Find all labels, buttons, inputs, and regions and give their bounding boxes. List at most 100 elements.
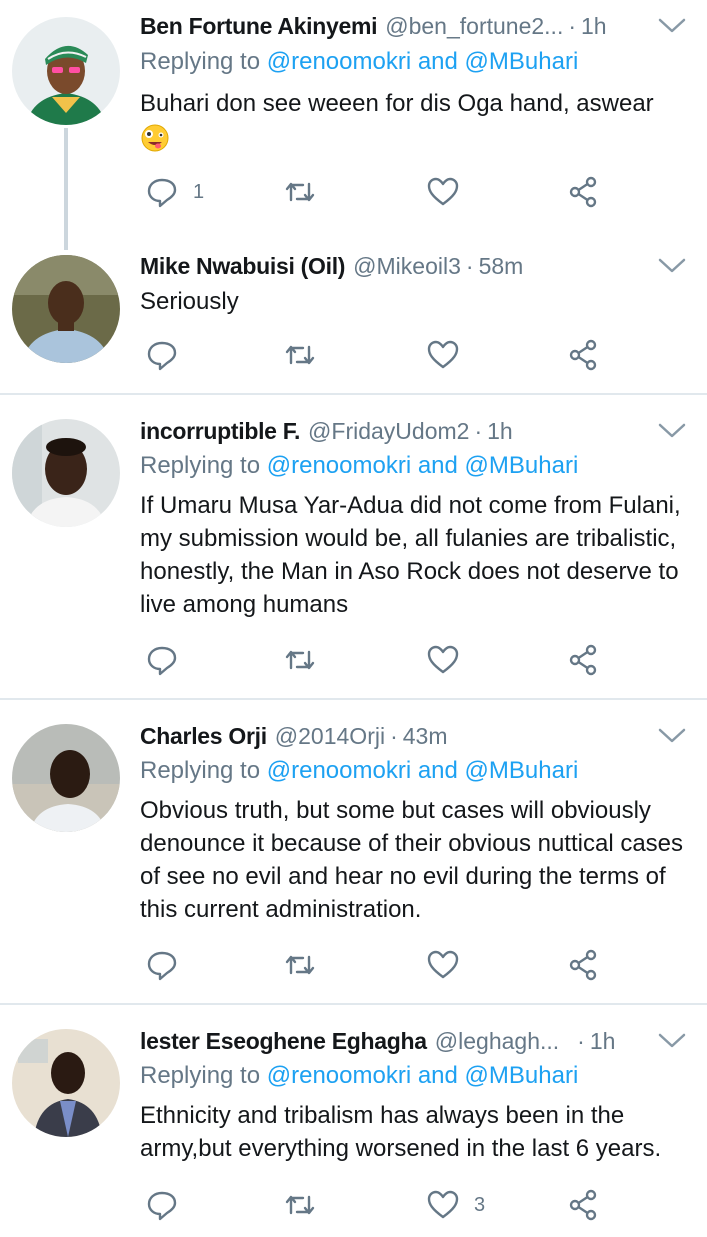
reply-icon bbox=[145, 1188, 179, 1222]
reply-icon bbox=[145, 643, 179, 677]
mention-links[interactable]: @renoomokri and @MBuhari bbox=[267, 452, 579, 479]
tweet[interactable]: Charles Orji @2014Orji · 43m Replying to… bbox=[0, 710, 707, 1000]
share-button[interactable] bbox=[566, 335, 600, 375]
mention-links[interactable]: @renoomokri and @MBuhari bbox=[267, 757, 579, 784]
separator-dot: · bbox=[577, 1027, 585, 1054]
heart-icon bbox=[426, 338, 460, 372]
reply-button[interactable] bbox=[145, 945, 193, 985]
chevron-down-icon[interactable] bbox=[657, 254, 687, 278]
divider bbox=[0, 698, 707, 700]
heart-icon bbox=[426, 643, 460, 677]
replying-to: Replying to @renoomokri and @MBuhari bbox=[140, 757, 579, 784]
tweet-text: Buhari don see weeen for dis Oga hand, a… bbox=[140, 87, 685, 153]
like-button[interactable] bbox=[426, 335, 474, 375]
avatar[interactable] bbox=[12, 1029, 120, 1137]
user-handle[interactable]: @FridayUdom2 bbox=[308, 418, 469, 445]
avatar[interactable] bbox=[12, 255, 120, 363]
user-handle[interactable]: @2014Orji bbox=[275, 723, 385, 750]
tweet-header: Charles Orji @2014Orji · 43m bbox=[140, 718, 687, 754]
separator-dot: · bbox=[474, 417, 483, 444]
reply-button[interactable] bbox=[145, 640, 193, 680]
share-icon bbox=[566, 643, 600, 677]
reply-count: 1 bbox=[193, 180, 205, 203]
tweet-text: Obvious truth, but some but cases will o… bbox=[140, 797, 684, 923]
retweet-icon bbox=[283, 338, 317, 372]
like-button[interactable] bbox=[426, 945, 474, 985]
reply-button[interactable] bbox=[145, 1185, 193, 1225]
share-icon bbox=[566, 338, 600, 372]
tweet-header: Ben Fortune Akinyemi @ben_fortune2... · … bbox=[140, 8, 687, 44]
chevron-down-icon[interactable] bbox=[657, 724, 687, 748]
retweet-icon bbox=[283, 175, 317, 209]
retweet-icon bbox=[283, 1188, 317, 1222]
reply-icon bbox=[145, 175, 179, 209]
tweet[interactable]: Mike Nwabuisi (Oil) @Mikeoil3 · 58m Seri… bbox=[0, 240, 707, 392]
tweet-text: Ethnicity and tribalism has always been … bbox=[140, 1102, 662, 1162]
retweet-button[interactable] bbox=[283, 1185, 317, 1225]
tweet-header: Mike Nwabuisi (Oil) @Mikeoil3 · 58m bbox=[140, 248, 687, 284]
tweet[interactable]: incorruptible F. @FridayUdom2 · 1h Reply… bbox=[0, 405, 707, 695]
separator-dot: · bbox=[465, 252, 474, 279]
timestamp[interactable]: 1h bbox=[590, 1028, 616, 1055]
replying-to: Replying to @renoomokri and @MBuhari bbox=[140, 1062, 579, 1089]
heart-icon bbox=[426, 175, 460, 209]
display-name[interactable]: Ben Fortune Akinyemi bbox=[140, 13, 378, 40]
action-bar bbox=[140, 945, 610, 985]
avatar[interactable] bbox=[12, 17, 120, 125]
reply-button[interactable]: 1 bbox=[145, 172, 204, 212]
retweet-button[interactable] bbox=[283, 640, 317, 680]
divider bbox=[0, 1003, 707, 1005]
mention-links[interactable]: @renoomokri and @MBuhari bbox=[267, 1062, 579, 1089]
share-button[interactable] bbox=[566, 640, 600, 680]
timestamp[interactable]: 43m bbox=[403, 723, 448, 750]
timestamp[interactable]: 1h bbox=[487, 418, 513, 445]
tweet[interactable]: Ben Fortune Akinyemi @ben_fortune2... · … bbox=[0, 0, 707, 240]
display-name[interactable]: lester Eseoghene Eghagha bbox=[140, 1028, 427, 1055]
reply-icon bbox=[145, 948, 179, 982]
share-button[interactable] bbox=[566, 1185, 600, 1225]
like-button[interactable] bbox=[426, 640, 474, 680]
separator-dot: · bbox=[390, 722, 398, 749]
share-icon bbox=[566, 175, 600, 209]
retweet-button[interactable] bbox=[283, 172, 317, 212]
crazy-face-emoji bbox=[140, 123, 170, 153]
retweet-icon bbox=[283, 948, 317, 982]
display-name[interactable]: Charles Orji bbox=[140, 723, 267, 750]
tweet[interactable]: lester Eseoghene Eghagha @leghagh... · 1… bbox=[0, 1015, 707, 1237]
retweet-button[interactable] bbox=[283, 945, 317, 985]
tweet-text: If Umaru Musa Yar-Adua did not come from… bbox=[140, 492, 681, 618]
retweet-button[interactable] bbox=[283, 335, 317, 375]
tweet-text: Seriously bbox=[140, 288, 239, 315]
replying-to: Replying to @renoomokri and @MBuhari bbox=[140, 48, 579, 75]
reply-feed: Ben Fortune Akinyemi @ben_fortune2... · … bbox=[0, 0, 707, 1237]
heart-icon bbox=[426, 1188, 460, 1222]
display-name[interactable]: Mike Nwabuisi (Oil) bbox=[140, 253, 345, 280]
avatar[interactable] bbox=[12, 419, 120, 527]
action-bar bbox=[140, 640, 610, 680]
share-button[interactable] bbox=[566, 172, 600, 212]
share-icon bbox=[566, 1188, 600, 1222]
action-bar: 3 bbox=[140, 1185, 610, 1225]
reply-icon bbox=[145, 338, 179, 372]
share-button[interactable] bbox=[566, 945, 600, 985]
chevron-down-icon[interactable] bbox=[657, 419, 687, 443]
chevron-down-icon[interactable] bbox=[657, 1029, 687, 1053]
display-name[interactable]: incorruptible F. bbox=[140, 418, 300, 445]
like-button[interactable] bbox=[426, 172, 474, 212]
replying-to: Replying to @renoomokri and @MBuhari bbox=[140, 452, 579, 479]
reply-button[interactable] bbox=[145, 335, 193, 375]
mention-links[interactable]: @renoomokri and @MBuhari bbox=[267, 48, 579, 75]
timestamp[interactable]: 58m bbox=[479, 253, 524, 280]
tweet-header: lester Eseoghene Eghagha @leghagh... · 1… bbox=[140, 1023, 687, 1059]
like-button[interactable]: 3 bbox=[426, 1185, 485, 1225]
user-handle[interactable]: @Mikeoil3 bbox=[353, 253, 461, 280]
chevron-down-icon[interactable] bbox=[657, 14, 687, 38]
avatar[interactable] bbox=[12, 724, 120, 832]
action-bar: 1 bbox=[140, 172, 610, 212]
user-handle[interactable]: @leghagh... bbox=[435, 1028, 559, 1055]
timestamp[interactable]: 1h bbox=[581, 13, 607, 40]
user-handle[interactable]: @ben_fortune2... bbox=[385, 13, 563, 40]
action-bar bbox=[140, 335, 610, 375]
share-icon bbox=[566, 948, 600, 982]
heart-icon bbox=[426, 948, 460, 982]
